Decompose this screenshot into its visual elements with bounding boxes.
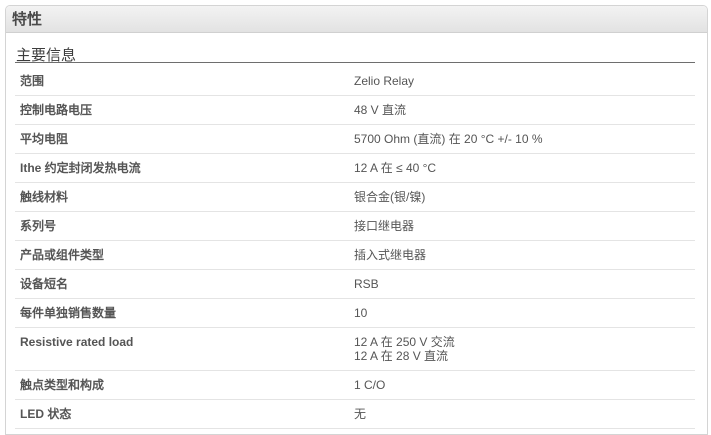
row-label: 触点类型和构成 [20,378,105,392]
table-row: 系列号 接口继电器 [15,212,695,241]
row-label: 平均电阻 [20,132,69,146]
row-value: Zelio Relay [354,67,695,95]
row-value-line: 12 A 在 250 V 交流 [354,335,455,349]
row-label: 触线材料 [20,190,69,204]
row-value: 银合金(银/镍) [354,183,695,211]
row-value-line: 12 A 在 ≤ 40 °C [354,161,437,175]
row-value: 插入式继电器 [354,241,695,269]
table-row: Ithe 约定封闭发热电流 12 A 在 ≤ 40 °C [15,154,695,183]
table-row: 设备短名 RSB [15,270,695,299]
row-value-line: 银合金(银/镍) [354,190,426,204]
row-value-line: 无 [354,407,367,421]
row-label: Ithe 约定封闭发热电流 [20,161,141,175]
row-value-line: RSB [354,277,379,291]
table-row: 控制电路电压 48 V 直流 [15,96,695,125]
table-row: 平均电阻 5700 Ohm (直流) 在 20 °C +/- 10 % [15,125,695,154]
row-value: RSB [354,270,695,298]
row-value: 48 V 直流 [354,96,695,124]
row-value: 接口继电器 [354,212,695,240]
row-label: 范围 [20,74,45,88]
characteristics-table: 范围 Zelio Relay 控制电路电压 48 V 直流平均电阻 5700 Ohm (… [15,67,695,429]
row-label: LED 状态 [20,407,72,421]
row-value: 5700 Ohm (直流) 在 20 °C +/- 10 % [354,125,695,153]
row-value: 12 A 在 ≤ 40 °C [354,154,695,182]
row-value: 12 A 在 250 V 交流 12 A 在 28 V 直流 [354,328,695,370]
table-row: 范围 Zelio Relay [15,67,695,96]
table-row: 每件单独销售数量 10 [15,299,695,328]
row-value: 无 [354,400,695,428]
characteristics-panel: 特性 主要信息 范围 Zelio Relay 控制电路电压 48 V 直流 平均电阻 57… [5,5,708,435]
table-row: 触线材料 银合金(银/镍) [15,183,695,212]
table-row: Resistive rated load 12 A 在 250 V 交流 12 A … [15,328,695,371]
row-value-line: 5700 Ohm (直流) 在 20 °C +/- 10 % [354,132,543,146]
row-value-line: 12 A 在 28 V 直流 [354,349,449,363]
row-value-line: 48 V 直流 [354,103,407,117]
row-value: 1 C/O [354,371,695,399]
row-label: 设备短名 [20,277,69,291]
row-value-line: 10 [354,306,368,320]
row-label: 产品或组件类型 [20,248,105,262]
row-label: 系列号 [20,219,57,233]
row-label: 每件单独销售数量 [20,306,117,320]
table-row: 触点类型和构成 1 C/O [15,371,695,400]
table-row: LED 状态 无 [15,400,695,429]
row-label: Resistive rated load [20,335,134,349]
row-value-line: 1 C/O [354,378,386,392]
row-label: 控制电路电压 [20,103,93,117]
section-divider [15,62,695,63]
table-row: 产品或组件类型 插入式继电器 [15,241,695,270]
row-value: 10 [354,299,695,327]
row-value-line: Zelio Relay [354,74,415,88]
row-value-line: 接口继电器 [354,219,415,233]
panel-title: 特性 [6,6,707,33]
row-value-line: 插入式继电器 [354,248,427,262]
